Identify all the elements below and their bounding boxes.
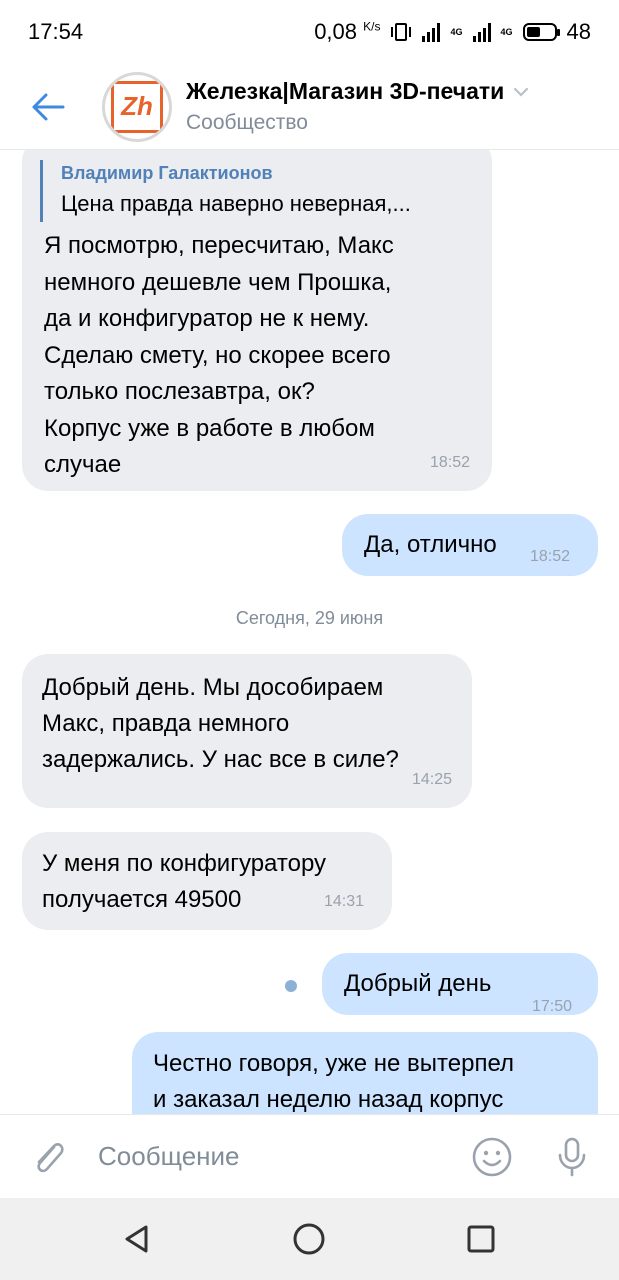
speed-unit: K/s [363, 19, 381, 34]
network-type-label-2: 4G [500, 26, 513, 37]
message-bubble-incoming[interactable]: Владимир Галактионов Цена правда наверно… [22, 150, 492, 491]
message-time: 14:31 [324, 893, 365, 910]
message-text: Добрый день. Мы дособираем Макс, правда … [42, 674, 399, 773]
nav-back-button[interactable] [114, 1216, 160, 1262]
battery-icon [522, 23, 560, 41]
message-text: Добрый день [344, 970, 492, 997]
quote-text: Цена правда наверно неверная,... [61, 191, 411, 216]
vibrate-icon [391, 23, 412, 41]
message-bubble-outgoing[interactable]: Честно говоря, уже не вытерпел и заказал… [132, 1032, 598, 1114]
microphone-icon [558, 1137, 586, 1177]
message-composer: Сообщение [0, 1114, 619, 1198]
emoji-button[interactable] [470, 1135, 514, 1179]
community-logo: Zh [111, 80, 163, 133]
day-separator: Сегодня, 29 июня [235, 608, 384, 628]
message-text: Я посмотрю, пересчитаю, Макс немного деш… [44, 232, 394, 478]
message-bubble-outgoing[interactable]: Да, отлично 18:52 [342, 514, 598, 576]
chevron-down-icon [514, 87, 529, 97]
unread-indicator [285, 980, 297, 992]
header-text[interactable]: Железка|Магазин 3D-печати Сообщество [186, 78, 530, 135]
arrow-left-icon [32, 93, 65, 120]
circle-home-icon [293, 1223, 325, 1255]
system-nav-bar [0, 1198, 619, 1280]
status-indicators: 0,08 K/s 4G 4G 48 [314, 19, 591, 45]
community-avatar[interactable]: Zh [102, 71, 172, 142]
nav-recents-button[interactable] [458, 1216, 504, 1262]
battery-level: 48 [566, 19, 591, 44]
quoted-message[interactable]: Владимир Галактионов Цена правда наверно… [40, 160, 470, 222]
message-time: 17:50 [532, 998, 573, 1015]
signal-icon-2 [472, 22, 491, 42]
message-time: 18:52 [429, 454, 470, 471]
nav-home-button[interactable] [286, 1216, 332, 1262]
message-time: 18:52 [530, 548, 571, 565]
message-time: 14:25 [411, 771, 452, 788]
network-speed: 0,08 K/s [314, 19, 381, 44]
chat-subtitle: Сообщество [186, 111, 308, 134]
message-text: Честно говоря, уже не вытерпел и заказал… [153, 1050, 514, 1113]
chat-header: Zh Железка|Магазин 3D-печати Сообщество [0, 64, 619, 150]
message-bubble-incoming[interactable]: У меня по конфигуратору получается 49500… [22, 832, 392, 930]
paperclip-icon [37, 1143, 64, 1173]
smile-icon [472, 1137, 512, 1177]
signal-icon [422, 22, 441, 42]
voice-button[interactable] [550, 1135, 594, 1179]
status-time: 17:54 [28, 19, 84, 44]
message-input-placeholder: Сообщение [98, 1141, 240, 1171]
chat-title: Железка|Магазин 3D-печати [186, 78, 530, 105]
quote-author: Владимир Галактионов [61, 163, 273, 183]
square-recents-icon [467, 1225, 495, 1253]
message-list[interactable]: Владимир Галактионов Цена правда наверно… [0, 150, 619, 1114]
attach-button[interactable] [26, 1135, 70, 1179]
message-bubble-incoming[interactable]: Добрый день. Мы дособираем Макс, правда … [22, 654, 472, 808]
message-bubble-outgoing[interactable]: Добрый день 17:50 [322, 953, 598, 1015]
back-button[interactable] [26, 85, 70, 129]
status-bar: 17:54 0,08 K/s 4G 4G 48 [0, 0, 619, 64]
triangle-back-icon [125, 1225, 148, 1253]
network-type-label: 4G [450, 26, 463, 37]
message-text: Да, отлично [364, 531, 497, 558]
message-input[interactable]: Сообщение [90, 1125, 450, 1189]
